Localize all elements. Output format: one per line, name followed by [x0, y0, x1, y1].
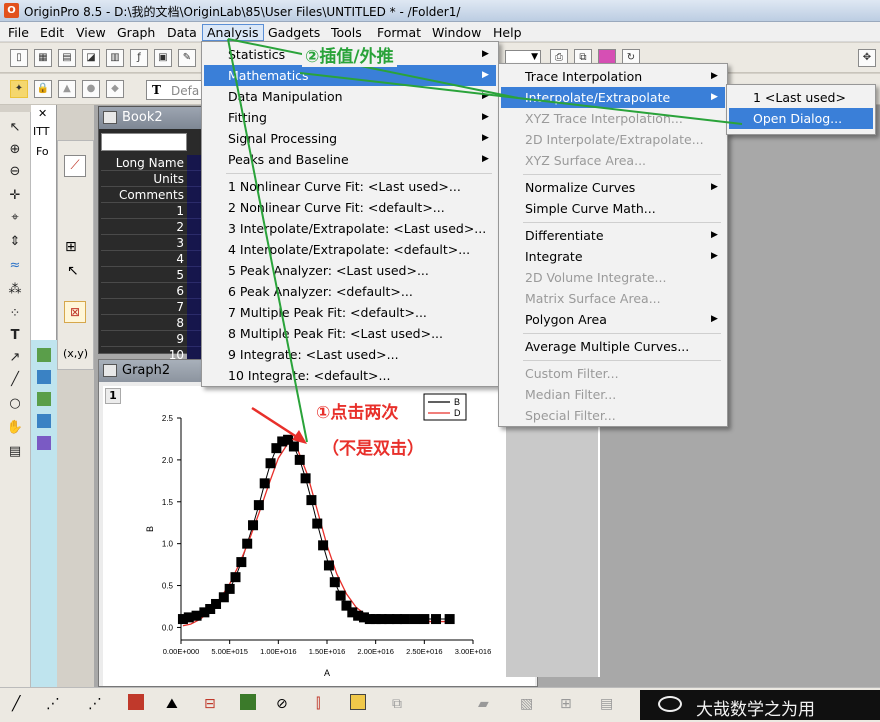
- stock-icon[interactable]: ⫿: [316, 696, 320, 712]
- green-pointer-line-1: [227, 38, 308, 443]
- annotation-step2: ②插值/外推: [302, 42, 397, 67]
- area-plot-icon[interactable]: ⛰: [166, 696, 178, 712]
- annotation-step1b: （不是双击）: [322, 439, 424, 459]
- template-icon[interactable]: [350, 694, 366, 710]
- legend-label-b: B: [454, 397, 460, 407]
- contour-icon[interactable]: [240, 694, 256, 710]
- group-icon[interactable]: ▰: [478, 696, 489, 712]
- arrange-icon[interactable]: ▤: [600, 696, 613, 712]
- wechat-icon: [658, 696, 682, 712]
- bottom-toolbar: ╱ ⋰ ⋰ ⛰ ⊟ ⊘ ⫿ ⧉ ▰ ▧ ⊞ ▤ 大哉数学之为用: [0, 687, 880, 722]
- legend-label-d: D: [454, 408, 461, 418]
- box-plot-icon[interactable]: ⊟: [204, 696, 216, 712]
- legend: B D: [423, 393, 467, 421]
- watermark-banner: 大哉数学之为用: [640, 690, 880, 720]
- annotation-step1: ①点击两次: [316, 403, 399, 423]
- column-plot-icon[interactable]: [128, 694, 144, 710]
- watermark-text: 大哉数学之为用: [696, 700, 815, 720]
- align-icon[interactable]: ⊞: [560, 696, 572, 712]
- green-pointer-line-4: [517, 97, 743, 125]
- polar-icon[interactable]: ⊘: [276, 696, 288, 712]
- layer-tool-icon[interactable]: ▧: [520, 696, 533, 712]
- line-symbol-icon[interactable]: ⋰: [88, 696, 102, 712]
- line-plot-icon[interactable]: ╱: [12, 696, 20, 712]
- merge-icon[interactable]: ⧉: [392, 696, 402, 712]
- annotation-overlay: B D: [227, 38, 743, 444]
- scatter-plot-icon[interactable]: ⋰: [46, 696, 60, 712]
